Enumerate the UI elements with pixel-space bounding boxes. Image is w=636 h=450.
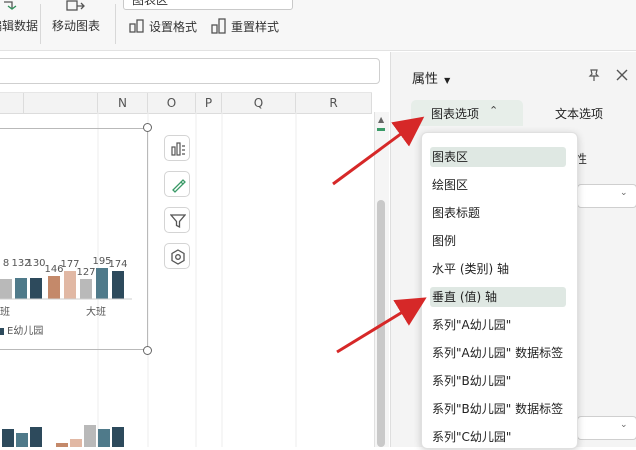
legend: E幼儿园 (0, 322, 54, 337)
legend-swatch (0, 327, 4, 335)
dropdown-item-label: 绘图区 (432, 178, 469, 192)
column-header-r[interactable]: R (296, 93, 372, 113)
chart-bar (112, 427, 124, 447)
panel-select-2[interactable]: ⌄ (577, 416, 636, 440)
ribbon-toolbar: 编辑数据 移动图表 图表区 设置格式 重置样式 (0, 0, 636, 51)
chevron-up-icon: ⌃ (489, 104, 499, 117)
chart-bar (70, 439, 82, 447)
dropdown-item-label: 图表标题 (432, 206, 481, 220)
column-header-n[interactable]: N (98, 93, 148, 113)
chart-elements-button[interactable] (164, 135, 190, 161)
move-chart-icon (64, 0, 88, 12)
move-chart-button[interactable]: 移动图表 (52, 17, 100, 34)
data-label: 174 (108, 259, 127, 270)
dropdown-item-series-a[interactable]: 系列"A幼儿园" (430, 315, 566, 335)
chart-bar (2, 429, 14, 447)
chart-bar (84, 425, 96, 447)
dropdown-item-label: 系列"A幼儿园" (432, 318, 512, 332)
chart-bar (0, 279, 12, 299)
column-header-m[interactable] (24, 93, 98, 113)
chart-elements-icon (171, 142, 185, 156)
legend-label: E幼儿园 (7, 326, 44, 337)
dropdown-item-label: 图表区 (432, 150, 469, 164)
close-icon[interactable] (615, 68, 629, 82)
dropdown-item-label: 图例 (432, 234, 457, 248)
dropdown-item-label: 垂直 (值) 轴 (432, 290, 497, 304)
column-header-o[interactable]: O (148, 93, 196, 113)
dropdown-item-label: 系列"A幼儿园" 数据标签 (432, 346, 564, 360)
chart-element-select[interactable]: 图表区 (123, 0, 293, 10)
ribbon-separator (40, 4, 41, 44)
dropdown-item-label: 系列"C幼儿园" (432, 430, 512, 444)
chart-settings-button[interactable] (164, 243, 190, 269)
formula-bar[interactable] (0, 58, 380, 84)
data-label: 8 (3, 258, 9, 269)
panel-title[interactable]: 属性 ▼ (412, 68, 450, 87)
ribbon-separator (115, 4, 116, 44)
tab-text-options-label: 文本选项 (555, 107, 604, 121)
chart-bar (80, 279, 92, 299)
chart-bar (30, 278, 42, 299)
chevron-down-icon: ⌄ (620, 420, 628, 430)
dropdown-item-vertical-axis[interactable]: 垂直 (值) 轴 (430, 287, 566, 307)
column-header-q[interactable]: Q (222, 93, 296, 113)
red-arrow-1 (332, 116, 425, 186)
dropdown-item-horizontal-axis[interactable]: 水平 (类别) 轴 (430, 259, 566, 279)
tab-text-options[interactable]: 文本选项 (533, 100, 628, 126)
chart-bar (98, 429, 110, 447)
edit-data-button[interactable]: 编辑数据 (0, 17, 38, 34)
pin-icon[interactable] (587, 68, 601, 82)
dropdown-item-label: 水平 (类别) 轴 (432, 262, 509, 276)
data-label: 127 (76, 267, 95, 278)
dropdown-item-chart-title[interactable]: 图表标题 (430, 203, 566, 223)
column-header-row: N O P Q R (0, 92, 372, 114)
edit-data-icon (0, 0, 28, 12)
dropdown-item-label: 系列"B幼儿园" 数据标签 (432, 402, 564, 416)
panel-select-1[interactable]: ⌄ (577, 184, 636, 208)
reset-style-button[interactable]: 重置样式 (231, 18, 279, 35)
dropdown-item-series-a-labels[interactable]: 系列"A幼儿园" 数据标签 (430, 343, 566, 363)
red-arrow-2 (336, 297, 427, 354)
column-header-p[interactable]: P (196, 93, 222, 113)
chart-element-dropdown: 图表区 绘图区 图表标题 图例 水平 (类别) 轴 垂直 (值) 轴 系列"A幼… (421, 132, 578, 449)
chart-bar (96, 268, 108, 299)
chart-bar (16, 433, 28, 447)
chart-bar (15, 278, 27, 299)
dropdown-item-series-b-labels[interactable]: 系列"B幼儿园" 数据标签 (430, 399, 566, 419)
dropdown-item-chart-area[interactable]: 图表区 (430, 147, 566, 167)
dropdown-item-legend[interactable]: 图例 (430, 231, 566, 251)
chart-style-button[interactable] (164, 171, 190, 197)
category-label: 班 (0, 306, 10, 318)
annotation-arrows (332, 116, 427, 354)
column-header-partial[interactable] (0, 93, 24, 113)
chevron-down-icon: ⌄ (620, 188, 628, 198)
dropdown-item-series-b[interactable]: 系列"B幼儿园" (430, 371, 566, 391)
chart-bar (112, 271, 124, 299)
chart-filter-button[interactable] (164, 207, 190, 233)
chart-settings-icon (171, 249, 185, 265)
category-label: 大班 (86, 305, 106, 318)
second-chart-plot (2, 425, 124, 447)
set-format-button[interactable]: 设置格式 (149, 18, 197, 35)
chart-bar (48, 276, 60, 299)
chart-bar (64, 271, 76, 299)
dropdown-item-series-c[interactable]: 系列"C幼儿园" (430, 427, 566, 447)
chevron-down-icon: ▼ (444, 76, 451, 85)
resize-handle-top-right[interactable] (143, 123, 152, 132)
dropdown-item-plot-area[interactable]: 绘图区 (430, 175, 566, 195)
dropdown-item-label: 系列"B幼儿园" (432, 374, 512, 388)
panel-title-text: 属性 (412, 72, 439, 87)
tab-chart-options-label: 图表选项 (431, 107, 480, 121)
reset-style-icon (211, 18, 227, 34)
chart-style-icon (172, 179, 186, 193)
chart-bar (30, 427, 42, 447)
data-label: 130 (26, 258, 45, 269)
format-icon (129, 18, 145, 34)
chart-bar (56, 443, 68, 447)
chart-filter-icon (170, 214, 186, 229)
